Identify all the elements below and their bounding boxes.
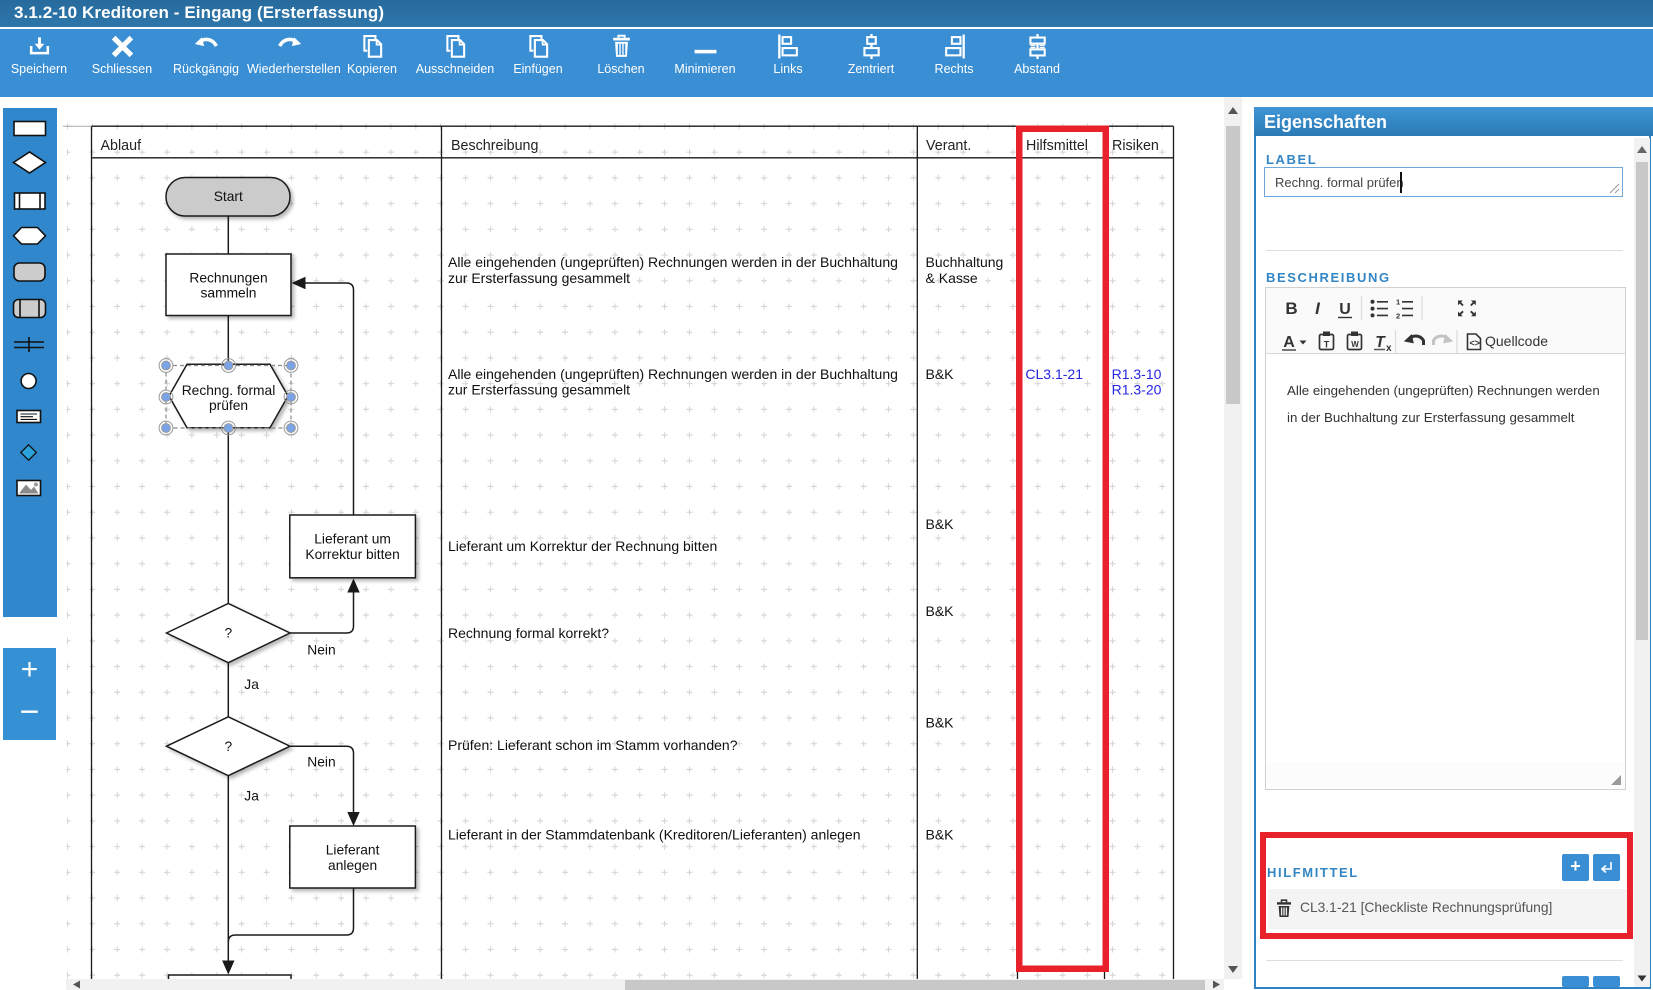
svg-text:prüfen: prüfen [209, 398, 248, 413]
svg-text:B&K: B&K [926, 826, 955, 842]
svg-text:zur Ersterfassung gesammelt: zur Ersterfassung gesammelt [448, 270, 630, 286]
svg-text:Korrektur bitten: Korrektur bitten [305, 547, 399, 562]
svg-text:R1.3-20: R1.3-20 [1112, 382, 1162, 398]
svg-text:x: x [1386, 343, 1392, 353]
svg-text:Nein: Nein [307, 643, 335, 658]
svg-text:T: T [1324, 340, 1330, 350]
svg-text:anlegen: anlegen [328, 858, 377, 873]
svg-text:Beschreibung: Beschreibung [451, 138, 538, 154]
svg-text:1: 1 [1396, 298, 1400, 307]
svg-text:Rechng. formal: Rechng. formal [182, 383, 276, 398]
svg-text:2: 2 [1396, 312, 1400, 321]
svg-text:B: B [1285, 299, 1297, 318]
svg-text:Ja: Ja [244, 677, 259, 692]
svg-text:Rechnung formal korrekt?: Rechnung formal korrekt? [448, 625, 609, 641]
svg-text:?: ? [224, 739, 232, 754]
svg-text:Nein: Nein [307, 754, 335, 769]
svg-text:Verant.: Verant. [926, 138, 971, 154]
svg-text:Lieferant um Korrektur der Rec: Lieferant um Korrektur der Rechnung bitt… [448, 538, 717, 554]
svg-text:Lieferant in der Stammdatenban: Lieferant in der Stammdatenbank (Kredito… [448, 826, 860, 842]
svg-text:A: A [1283, 334, 1295, 351]
svg-text:zur Ersterfassung gesammelt: zur Ersterfassung gesammelt [448, 382, 630, 398]
svg-text:Hilfsmittel: Hilfsmittel [1026, 138, 1088, 154]
svg-text:Lieferant: Lieferant [326, 843, 380, 858]
svg-text:B&K: B&K [926, 714, 955, 730]
svg-text:Ja: Ja [244, 788, 259, 803]
svg-text:B&K: B&K [926, 516, 955, 532]
svg-text:I: I [1315, 299, 1321, 318]
svg-text:B&K: B&K [926, 603, 955, 619]
svg-text:Lieferant um: Lieferant um [314, 532, 391, 547]
svg-text:Prüfen: Lieferant schon im Sta: Prüfen: Lieferant schon im Stamm vorhand… [448, 737, 738, 753]
svg-text:Quellcode: Quellcode [1485, 333, 1548, 349]
svg-text:Buchhaltung: Buchhaltung [926, 254, 1004, 270]
svg-text:Risiken: Risiken [1112, 138, 1159, 154]
svg-text:B&K: B&K [926, 366, 955, 382]
svg-text:& Kasse: & Kasse [926, 270, 978, 286]
svg-text:sammeln: sammeln [201, 286, 257, 301]
svg-text:Start: Start [214, 189, 243, 204]
svg-text:CL3.1-21: CL3.1-21 [1025, 366, 1083, 382]
svg-text:Alle eingehenden (ungeprüften): Alle eingehenden (ungeprüften) Rechnunge… [448, 366, 898, 382]
svg-text:Alle eingehenden (ungeprüften): Alle eingehenden (ungeprüften) Rechnunge… [448, 254, 898, 270]
svg-text:W: W [1351, 340, 1359, 349]
svg-text:R1.3-10: R1.3-10 [1112, 366, 1162, 382]
svg-text:Rechnungen: Rechnungen [189, 271, 267, 286]
svg-text:T: T [1375, 334, 1386, 351]
svg-text:Ablauf: Ablauf [101, 138, 142, 154]
svg-text:?: ? [224, 626, 232, 641]
svg-text:U: U [1339, 301, 1351, 318]
svg-text:<>: <> [1470, 338, 1481, 348]
